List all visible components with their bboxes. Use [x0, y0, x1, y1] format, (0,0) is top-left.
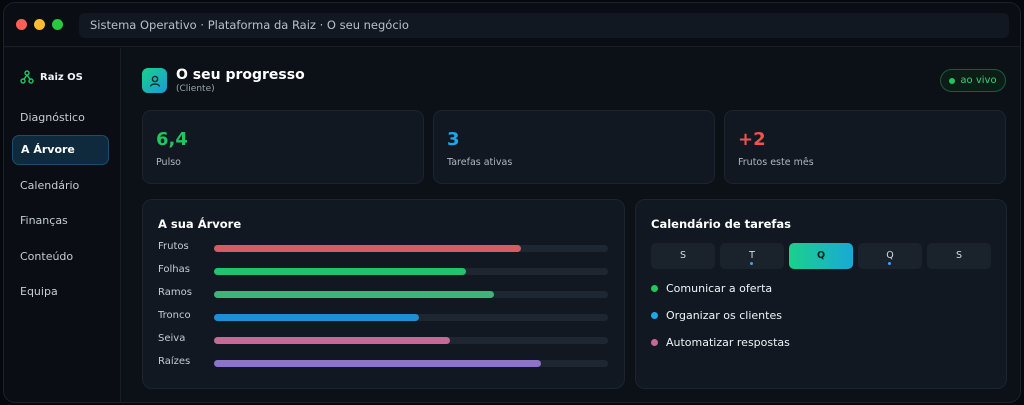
tree-card: A sua Árvore Frutos Folhas Ramos Tronco Seiv…	[142, 199, 625, 389]
tree-row-bar-fill	[214, 314, 419, 321]
calendar-day[interactable]: S	[927, 243, 991, 269]
sidebar-item-financas[interactable]: Finanças	[12, 206, 109, 236]
task-item[interactable]: Comunicar a oferta	[651, 282, 772, 295]
stat-value: 6,4	[156, 129, 188, 150]
tree-row-label: Raízes	[158, 356, 191, 367]
tree-row-bar	[214, 245, 608, 252]
sidebar-item-diagnostico[interactable]: Diagnóstico	[12, 103, 109, 133]
tree-row-bar-fill	[214, 268, 467, 275]
calendar-day[interactable]: Q	[789, 243, 853, 269]
calendar-day[interactable]: S	[651, 243, 715, 269]
task-marker-icon	[750, 262, 753, 265]
tree-row-label: Folhas	[158, 264, 190, 275]
calendar-day[interactable]: Q	[858, 243, 922, 269]
task-marker-icon	[888, 262, 891, 265]
address-bar[interactable]: Sistema Operativo · Plataforma da Raiz ·…	[79, 13, 1009, 38]
calendar-day-label: S	[679, 250, 687, 261]
sidebar: Raiz OS Diagnóstico A Árvore Calendário …	[4, 48, 121, 402]
tree-row-label: Ramos	[158, 287, 192, 298]
tree-row-bar-fill	[214, 337, 451, 344]
task-dot-icon	[651, 312, 658, 319]
stat-value: 3	[447, 129, 460, 150]
tree-row-label: Frutos	[158, 241, 189, 252]
calendar-day[interactable]: T	[720, 243, 784, 269]
live-dot-icon	[949, 77, 956, 84]
stat-label: Tarefas ativas	[447, 157, 513, 168]
stat-value: +2	[738, 129, 766, 150]
page-icon	[142, 68, 167, 93]
tree-row-bar	[214, 268, 608, 275]
user-icon	[149, 75, 160, 87]
tree-row-label: Tronco	[158, 310, 191, 321]
tree-row-bar	[214, 337, 608, 344]
brand-name: Raiz OS	[40, 71, 83, 83]
tree-row-bar	[214, 291, 608, 298]
stat-card-pulso: 6,4 Pulso	[142, 110, 424, 184]
task-item[interactable]: Organizar os clientes	[651, 309, 782, 322]
tree-row-bar-fill	[214, 360, 542, 367]
tree-row-bar	[214, 360, 608, 367]
sidebar-item-equipa[interactable]: Equipa	[12, 277, 109, 307]
calendar-card: Calendário de tarefas S T Q Q S Comunicar a …	[635, 199, 1007, 389]
sidebar-item-a-arvore[interactable]: A Árvore	[12, 135, 109, 165]
task-item[interactable]: Automatizar respostas	[651, 336, 790, 349]
close-window-button[interactable]	[16, 19, 27, 30]
task-label: Organizar os clientes	[666, 309, 782, 322]
live-badge-label: ao vivo	[960, 75, 997, 86]
stat-label: Frutos este mês	[738, 157, 814, 168]
sidebar-item-conteudo[interactable]: Conteúdo	[12, 242, 109, 272]
title-bar: Sistema Operativo · Plataforma da Raiz ·…	[4, 3, 1020, 47]
task-label: Comunicar a oferta	[666, 282, 773, 295]
page-subtitle: (Cliente)	[176, 84, 215, 94]
calendar-day-label: T	[749, 250, 755, 261]
task-label: Automatizar respostas	[666, 336, 790, 349]
minimize-window-button[interactable]	[34, 19, 45, 30]
main-content: O seu progresso (Cliente) ao vivo 6,4 Pu…	[122, 48, 1020, 402]
calendar-day-label: Q	[816, 250, 826, 261]
maximize-window-button[interactable]	[52, 19, 63, 30]
tree-row-bar	[214, 314, 608, 321]
stat-label: Pulso	[156, 157, 181, 168]
calendar-day-label: Q	[886, 250, 894, 261]
sidebar-item-calendario[interactable]: Calendário	[12, 171, 109, 201]
page-title: O seu progresso	[176, 67, 305, 83]
app-window: Sistema Operativo · Plataforma da Raiz ·…	[3, 2, 1021, 403]
tree-row-bar-fill	[214, 291, 494, 298]
calendar-day-label: S	[955, 250, 963, 261]
tree-card-title: A sua Árvore	[158, 217, 242, 231]
tree-nodes-icon	[20, 70, 34, 84]
live-status-badge: ao vivo	[940, 69, 1006, 92]
tree-row-bar-fill	[214, 245, 522, 252]
task-dot-icon	[651, 285, 658, 292]
stat-card-tarefas: 3 Tarefas ativas	[433, 110, 715, 184]
stat-card-frutos: +2 Frutos este mês	[724, 110, 1006, 184]
calendar-card-title: Calendário de tarefas	[651, 217, 792, 231]
brand[interactable]: Raiz OS	[20, 69, 83, 85]
tree-row-label: Seiva	[158, 333, 186, 344]
task-dot-icon	[651, 339, 658, 346]
